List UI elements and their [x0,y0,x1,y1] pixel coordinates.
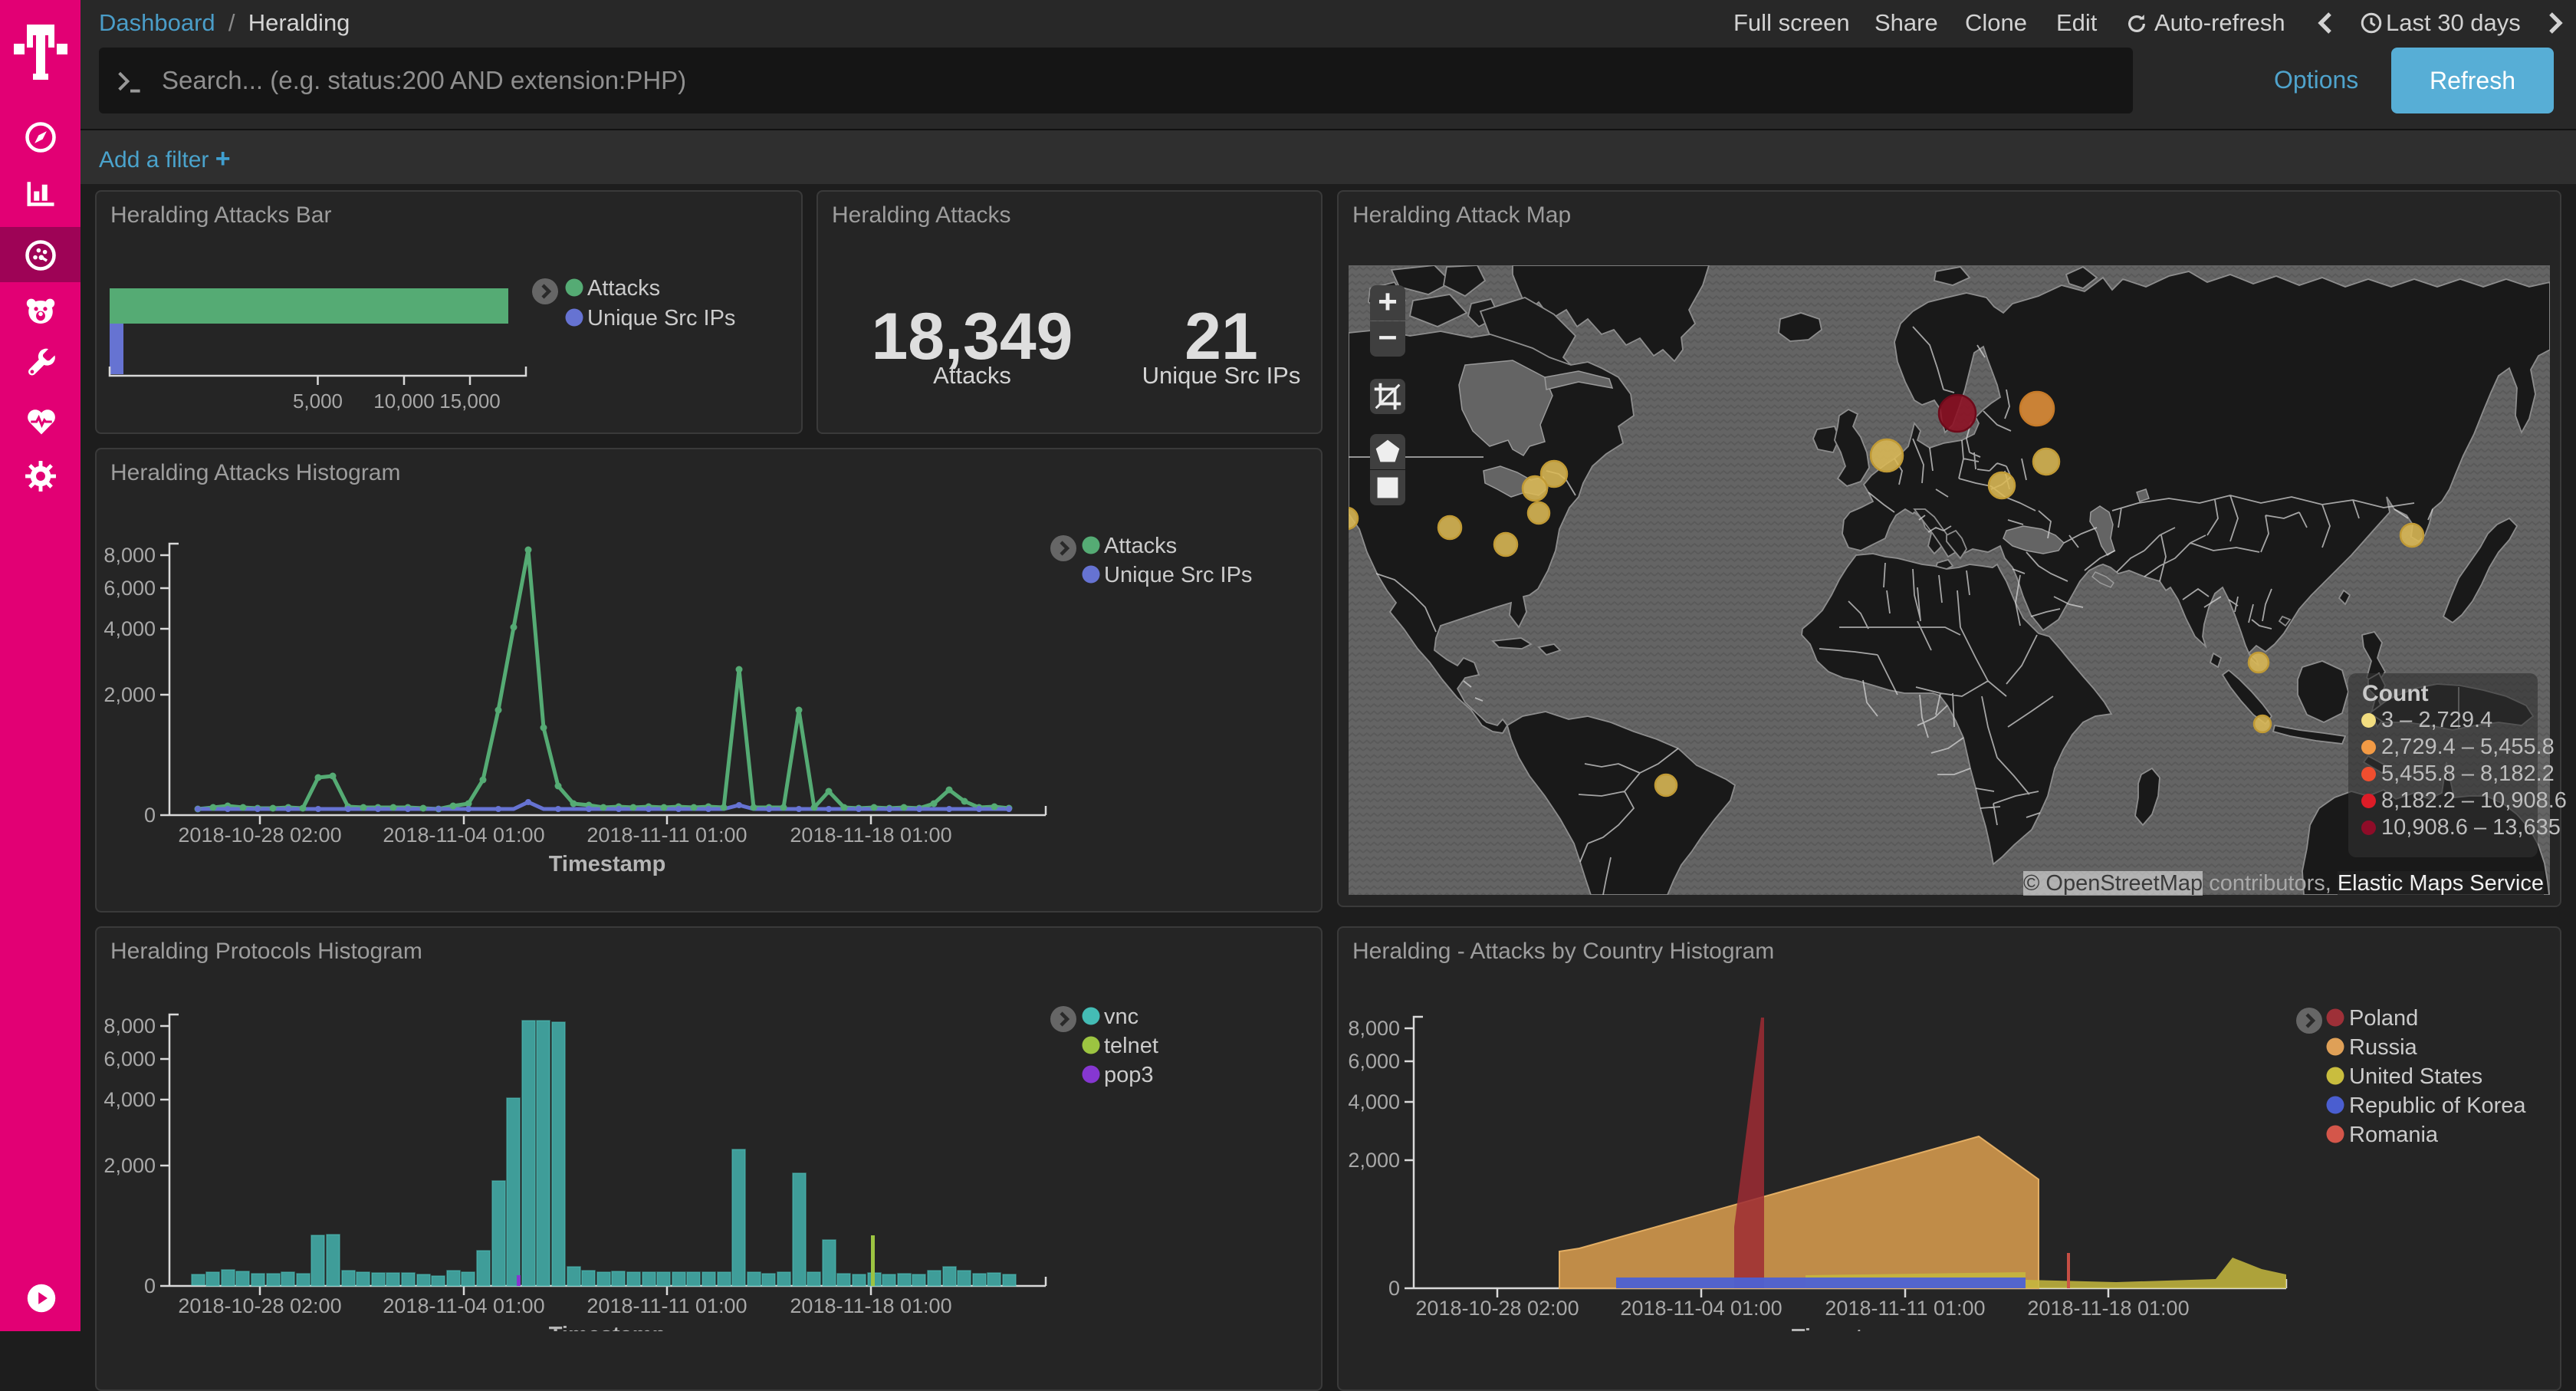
svg-text:0: 0 [1388,1277,1400,1300]
svg-text:4,000: 4,000 [1348,1090,1400,1113]
svg-text:8,000: 8,000 [1348,1017,1400,1040]
svg-text:2,000: 2,000 [1348,1149,1400,1172]
svg-text:Timestamp: Timestamp [1792,1325,1909,1331]
svg-text:Republic of Korea: Republic of Korea [2349,1093,2526,1118]
svg-text:2018-11-04 01:00: 2018-11-04 01:00 [1620,1297,1782,1320]
svg-text:2018-10-28 02:00: 2018-10-28 02:00 [1415,1297,1579,1320]
svg-text:Russia: Russia [2349,1035,2418,1060]
svg-text:2018-11-11 01:00: 2018-11-11 01:00 [1825,1297,1985,1320]
svg-text:2018-11-18 01:00: 2018-11-18 01:00 [2027,1297,2189,1320]
svg-text:United States: United States [2349,1064,2482,1089]
svg-text:Romania: Romania [2349,1123,2439,1147]
svg-text:6,000: 6,000 [1348,1050,1400,1073]
svg-text:Poland: Poland [2349,1006,2418,1031]
